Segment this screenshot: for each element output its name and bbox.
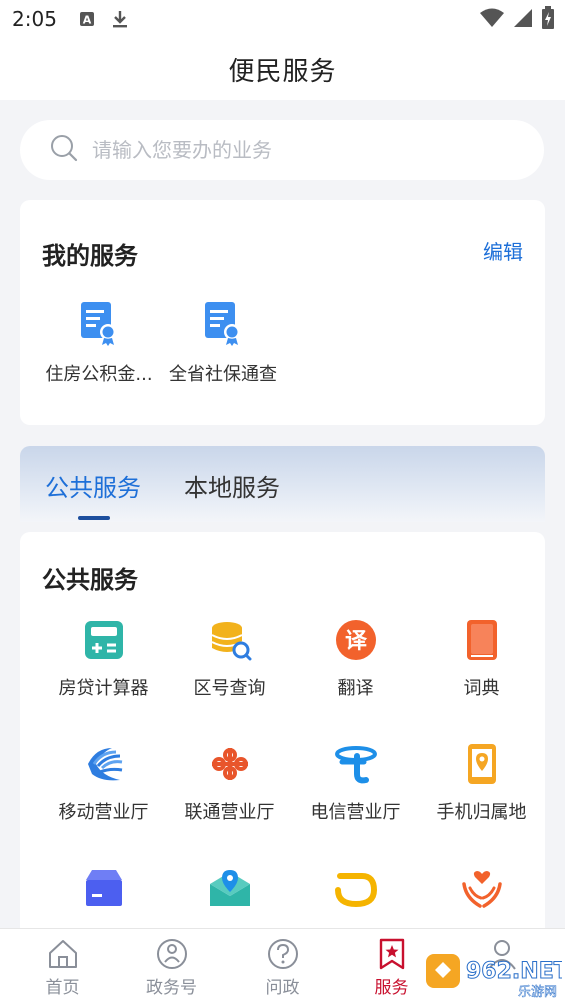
search-input[interactable] (92, 138, 512, 162)
certificate-doc-icon (77, 300, 121, 346)
home-icon (46, 937, 80, 971)
government-account-icon (155, 937, 189, 971)
search-icon (50, 134, 78, 166)
nav-item-home[interactable]: 首页 (6, 937, 119, 998)
my-service-label: 全省社保通查 (169, 364, 277, 385)
china-mobile-icon (82, 742, 126, 786)
service-dictionary[interactable]: 词典 (416, 618, 547, 700)
service-charity[interactable] (416, 866, 547, 910)
signal-icon (513, 7, 533, 33)
charity-hands-icon (460, 866, 504, 910)
tab-public-services[interactable]: 公共服务 (45, 468, 141, 503)
watermark-text: 962.NET (466, 959, 562, 984)
nav-label: 问政 (265, 978, 300, 998)
service-tabs: 公共服务 本地服务 (20, 446, 545, 522)
my-service-label: 住房公积金... (45, 364, 153, 385)
translate-icon: 译 (334, 618, 378, 662)
tab-local-services[interactable]: 本地服务 (184, 468, 280, 503)
keyboard-notification-icon: A (79, 11, 95, 27)
svg-text:译: 译 (344, 629, 367, 654)
nav-label: 政务号 (146, 978, 197, 998)
service-area-code-lookup[interactable]: 区号查询 (164, 618, 295, 700)
service-label: 词典 (463, 678, 500, 699)
service-bookmark-icon (375, 937, 409, 971)
service-didi[interactable] (290, 866, 421, 910)
search-section (0, 100, 565, 186)
service-translate[interactable]: 译 翻译 (290, 618, 421, 700)
service-china-unicom[interactable]: 联通营业厅 (164, 742, 295, 824)
header: 便民服务 (0, 38, 565, 100)
my-service-item-social-security[interactable]: 全省社保通查 (158, 300, 288, 386)
service-china-telecom[interactable]: 电信营业厅 (290, 742, 421, 824)
service-label: 移动营业厅 (58, 802, 149, 823)
service-package[interactable] (38, 866, 169, 910)
service-label: 电信营业厅 (310, 802, 401, 823)
public-services-card: 公共服务 房贷计算器 区号查询 译 翻译 词典 移动营业厅 联通营业厅 电信营业… (20, 532, 545, 952)
public-services-title: 公共服务 (42, 566, 138, 594)
service-label: 联通营业厅 (184, 802, 275, 823)
edit-button[interactable]: 编辑 (483, 236, 523, 265)
nav-label: 首页 (45, 978, 80, 998)
map-envelope-icon (208, 866, 252, 910)
watermark-subtext: 乐游网 (518, 985, 557, 1000)
status-bar: 2:05 A (0, 0, 565, 38)
wifi-icon (479, 7, 505, 33)
question-icon (266, 937, 300, 971)
calculator-icon (82, 618, 126, 662)
service-phone-location[interactable]: 手机归属地 (416, 742, 547, 824)
status-time: 2:05 (12, 7, 57, 31)
service-mortgage-calculator[interactable]: 房贷计算器 (38, 618, 169, 700)
service-label: 区号查询 (193, 678, 266, 699)
dictionary-icon (460, 618, 504, 662)
svg-text:A: A (83, 14, 92, 27)
service-label: 手机归属地 (436, 802, 527, 823)
package-icon (82, 866, 126, 910)
page-title: 便民服务 (228, 56, 337, 87)
didi-icon (334, 866, 378, 910)
download-notification-icon (111, 9, 129, 29)
phone-location-icon (460, 742, 504, 786)
watermark-logo: 962.NET 乐游网 (422, 948, 565, 1000)
service-label: 翻译 (337, 678, 374, 699)
certificate-doc-icon (201, 300, 245, 346)
service-label: 房贷计算器 (58, 678, 149, 699)
service-map-envelope[interactable] (164, 866, 295, 910)
nav-item-inquiry[interactable]: 问政 (226, 937, 339, 998)
service-china-mobile[interactable]: 移动营业厅 (38, 742, 169, 824)
search-box[interactable] (20, 120, 544, 180)
my-services-title: 我的服务 (42, 242, 138, 270)
my-service-item-housing-fund[interactable]: 住房公积金... (34, 300, 164, 386)
coin-search-icon (208, 618, 252, 662)
my-services-card: 我的服务 编辑 住房公积金... 全省社保通查 (20, 200, 545, 425)
china-unicom-icon (208, 742, 252, 786)
nav-item-government-account[interactable]: 政务号 (115, 937, 228, 998)
battery-charging-icon (541, 6, 555, 34)
china-telecom-icon (334, 742, 378, 786)
active-tab-indicator (78, 516, 110, 520)
